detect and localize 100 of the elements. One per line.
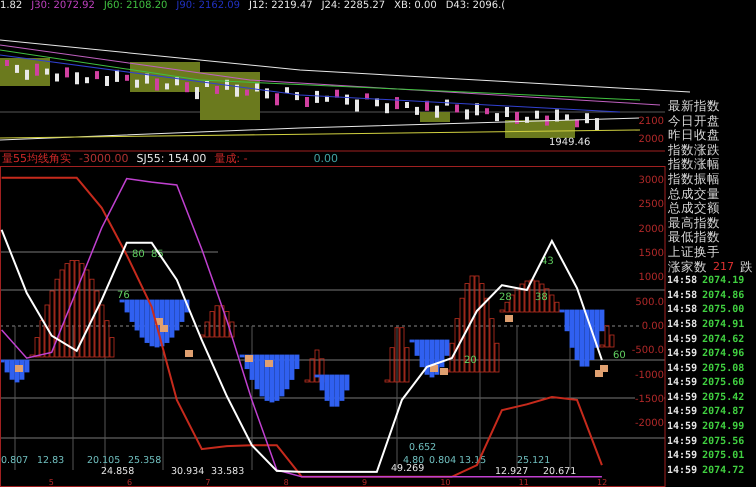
axis-label: 500.0 xyxy=(635,296,664,308)
tick-time: 14:59 xyxy=(667,420,698,434)
marker xyxy=(265,360,273,367)
axis-label: -1000 xyxy=(634,370,664,381)
value-label: 33.583 xyxy=(210,466,246,477)
field-label: 最新指数 xyxy=(667,99,721,114)
indicator-value: SJ55: 154.00 xyxy=(136,152,206,166)
tick-price: 2074.91 xyxy=(702,318,744,332)
value-label: 0.652 xyxy=(408,442,438,453)
indicator-value: 量55均线角实 xyxy=(2,152,71,166)
tick-time: 14:59 xyxy=(667,464,698,478)
indicator-value: D43: 2096.( xyxy=(446,0,506,12)
axis-label: 5 xyxy=(48,479,54,487)
indicator-value: J60: 2108.20 xyxy=(104,0,168,12)
field-label: 涨家数 xyxy=(668,260,707,274)
field-label: 昨日收盘 xyxy=(667,128,721,143)
field-label: 指数涨幅 xyxy=(667,157,721,172)
tick-time: 14:59 xyxy=(667,347,698,362)
value-label: 76 xyxy=(116,290,131,301)
marker xyxy=(245,355,253,362)
value-label: 0.804 xyxy=(428,455,458,466)
tick-time: 14:59 xyxy=(667,332,698,346)
value-label: 60 xyxy=(612,350,627,361)
tick-price: 2075.01 xyxy=(702,449,744,464)
indicator-value: -3000.00 xyxy=(79,152,128,166)
tick-time: 14:59 xyxy=(667,362,698,376)
marker xyxy=(185,350,193,357)
axis-label: 2500 xyxy=(638,199,664,210)
axis-label: 10 xyxy=(440,479,451,487)
axis-label: 12 xyxy=(596,479,608,487)
indicator-value: J90: 2162.09 xyxy=(176,0,240,12)
price-label: 1949.46 xyxy=(548,137,592,148)
tick-time: 14:58 xyxy=(667,303,698,318)
marker xyxy=(15,365,23,372)
axis-label: 9 xyxy=(362,479,368,487)
indicator-value: 0.00 xyxy=(314,152,338,166)
tick-price: 2074.62 xyxy=(702,332,744,346)
tick-price: 2074.99 xyxy=(702,420,744,434)
field-label: 总成交量 xyxy=(667,186,721,202)
axis-label: 3000 xyxy=(638,175,664,186)
tick-time: 14:59 xyxy=(667,376,698,390)
value-label: 25.358 xyxy=(127,455,162,466)
indicator-value: J30: 2072.92 xyxy=(31,0,95,12)
value-label: 20.105 xyxy=(86,455,122,466)
axis-label: 6 xyxy=(127,479,132,487)
axis-label: 2100 xyxy=(638,116,664,127)
axis-label: -500.0 xyxy=(632,345,664,356)
tick-price: 2075.56 xyxy=(702,434,744,449)
field-label: 指数振幅 xyxy=(667,172,721,187)
field-label: 上证换手 xyxy=(667,244,721,260)
field-label: 指数涨跌 xyxy=(667,142,721,158)
value-label: 0.807 xyxy=(0,455,30,466)
tick-time: 14:59 xyxy=(667,434,698,449)
tick-price: 2074.87 xyxy=(702,405,744,420)
indicator-value: XB: 0.00 xyxy=(394,0,437,12)
axis-label: 1000 xyxy=(638,272,664,284)
axis-label: 7 xyxy=(205,479,210,487)
field-label: 最低指数 xyxy=(667,230,721,245)
tick-price: 2075.08 xyxy=(702,362,744,376)
tick-time: 14:58 xyxy=(667,318,698,332)
tick-time: 14:59 xyxy=(667,405,698,420)
value-label: 20.671 xyxy=(542,466,578,477)
field-label: 今日开盘 xyxy=(667,114,721,128)
tick-price: 2075.00 xyxy=(702,303,744,318)
indicator-value: 1.82 xyxy=(0,0,22,12)
axis-label: 0.00 xyxy=(642,321,664,332)
value-label: 25.121 xyxy=(516,455,552,466)
field-label: 总成交额 xyxy=(667,201,721,216)
axis-label: 2000 xyxy=(638,134,664,145)
axis-label: 8 xyxy=(284,479,289,487)
value-label: 20 xyxy=(463,355,478,366)
value-label: 24.858 xyxy=(100,466,136,477)
tick-time: 14:58 xyxy=(667,288,698,303)
tick-price: 2074.96 xyxy=(702,347,744,362)
axis-label: -1500 xyxy=(634,394,664,405)
tick-price: 2074.86 xyxy=(702,288,744,303)
tick-time: 14:59 xyxy=(667,449,698,464)
indicator-value: J12: 2219.47 xyxy=(249,0,313,12)
indicator-value: J24: 2285.27 xyxy=(322,0,386,12)
tick-price: 2075.60 xyxy=(702,376,744,390)
value-label: 80 xyxy=(131,249,146,260)
axis-label: -2000 xyxy=(634,418,664,430)
marker xyxy=(440,368,448,375)
field-value: 217 xyxy=(713,260,734,274)
tick-time: 14:58 xyxy=(667,274,698,288)
indicator-value: 量成: - xyxy=(214,152,248,166)
field-label: 跌 xyxy=(740,260,753,274)
value-label: 12.83 xyxy=(36,455,66,466)
axis-label: 2000 xyxy=(638,224,664,235)
value-label: 30.934 xyxy=(170,466,206,477)
axis-label: 1500 xyxy=(638,248,664,260)
tick-price: 2075.42 xyxy=(702,390,744,405)
value-label: 12.927 xyxy=(494,466,530,477)
value-label: 49.269 xyxy=(390,463,426,474)
tick-price: 2074.72 xyxy=(702,464,744,478)
marker xyxy=(505,315,513,322)
axis-label: 11 xyxy=(518,479,529,487)
field-label: 最高指数 xyxy=(667,216,721,230)
tick-time: 14:59 xyxy=(667,390,698,405)
tick-price: 2074.19 xyxy=(702,274,744,288)
